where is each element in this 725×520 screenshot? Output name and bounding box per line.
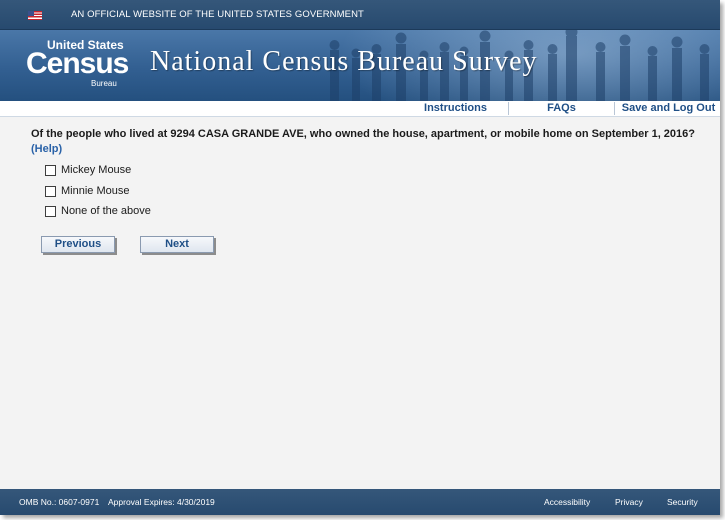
next-button[interactable]: Next xyxy=(140,236,214,253)
checkbox[interactable] xyxy=(45,206,56,217)
header-banner: United States Census Bureau National Cen… xyxy=(0,30,720,101)
nav-link-instructions[interactable]: Instructions xyxy=(404,101,507,116)
approval-expires: Approval Expires: 4/30/2019 xyxy=(108,497,215,507)
footer: OMB No.: 0607-0971 Approval Expires: 4/3… xyxy=(0,489,720,515)
logo-census-text: Census xyxy=(26,47,129,80)
option-label[interactable]: None of the above xyxy=(61,205,151,217)
official-website-text: AN OFFICIAL WEBSITE OF THE UNITED STATES… xyxy=(71,9,364,20)
omb-number: OMB No.: 0607-0971 xyxy=(19,497,100,507)
help-link[interactable]: (Help) xyxy=(31,143,62,155)
census-bureau-logo[interactable]: United States Census Bureau xyxy=(26,38,138,90)
top-navigation: Instructions FAQs Save and Log Out xyxy=(0,101,720,117)
survey-window: AN OFFICIAL WEBSITE OF THE UNITED STATES… xyxy=(0,0,720,515)
footer-link-accessibility[interactable]: Accessibility xyxy=(544,497,590,507)
footer-link-privacy[interactable]: Privacy xyxy=(615,497,643,507)
page-title: National Census Bureau Survey xyxy=(150,46,538,77)
nav-divider xyxy=(614,102,615,115)
previous-button[interactable]: Previous xyxy=(41,236,115,253)
nav-divider xyxy=(508,102,509,115)
checkbox[interactable] xyxy=(45,165,56,176)
nav-link-faqs[interactable]: FAQs xyxy=(510,101,613,116)
option-label[interactable]: Mickey Mouse xyxy=(61,164,131,176)
official-government-banner: AN OFFICIAL WEBSITE OF THE UNITED STATES… xyxy=(0,0,720,30)
us-flag-icon xyxy=(28,11,42,20)
nav-link-save-and-log-out[interactable]: Save and Log Out xyxy=(617,101,720,116)
question-text: Of the people who lived at 9294 CASA GRA… xyxy=(31,128,695,140)
checkbox[interactable] xyxy=(45,186,56,197)
logo-bureau-text: Bureau xyxy=(91,79,117,88)
option-label[interactable]: Minnie Mouse xyxy=(61,185,129,197)
footer-link-security[interactable]: Security xyxy=(667,497,698,507)
